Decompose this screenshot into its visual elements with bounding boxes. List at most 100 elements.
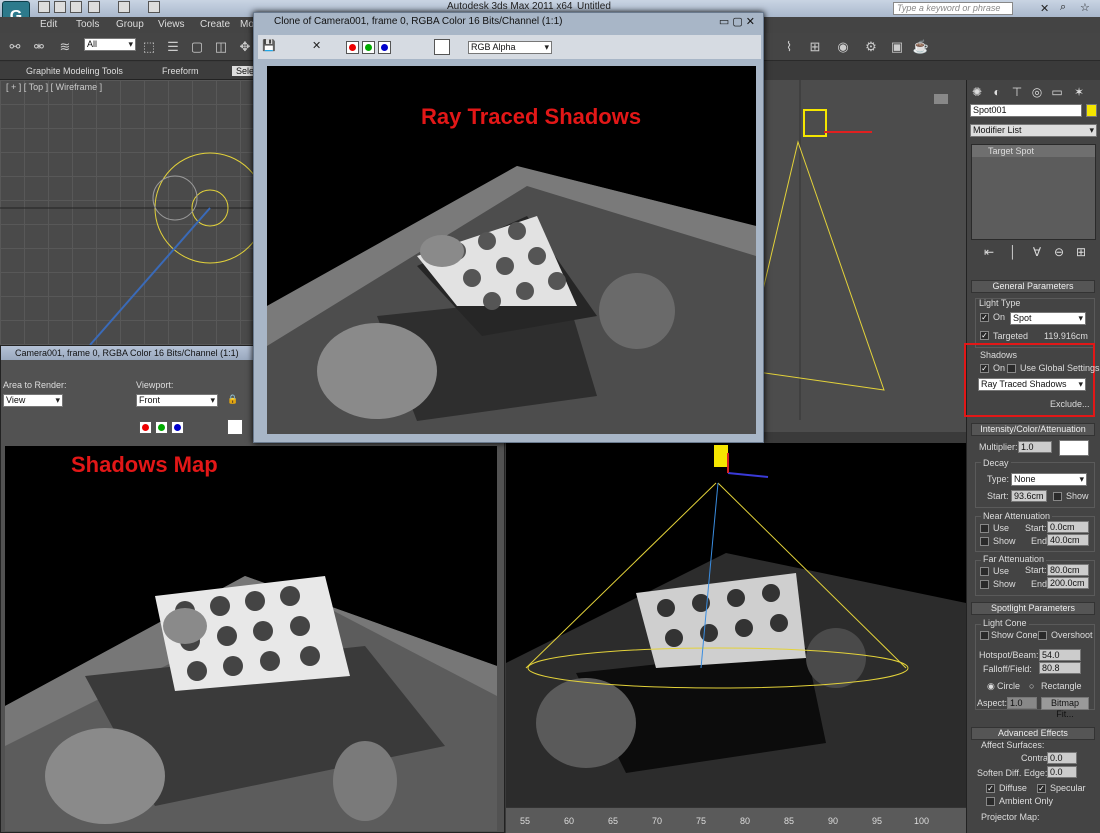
window-buttons[interactable]: ▭ ▢ ✕ [719,13,755,31]
near-end-spinner[interactable]: 40.0cm [1047,534,1089,546]
blue-channel-button[interactable] [171,421,184,434]
render-setup-icon[interactable]: ⚙ [862,38,880,56]
menu-tools[interactable]: Tools [76,19,99,30]
red-channel-button[interactable] [346,41,359,54]
rectangular-selection-icon[interactable]: ▢ [188,38,206,56]
specular-checkbox[interactable]: ✓ [1037,784,1046,793]
pin-stack-icon[interactable]: ⇤ [981,244,997,260]
clear-icon[interactable]: ✕ [312,39,321,52]
select-by-name-icon[interactable]: ☰ [164,38,182,56]
front-viewport[interactable] [764,80,966,432]
show-cone-checkbox[interactable] [980,631,989,640]
select-move-icon[interactable]: ✥ [236,38,254,56]
general-parameters-rollout[interactable]: General Parameters [971,280,1095,293]
selection-filter-dropdown[interactable]: All [84,38,136,51]
window-crossing-icon[interactable]: ◫ [212,38,230,56]
tab-freeform[interactable]: Freeform [162,66,199,76]
soften-spinner[interactable]: 0.0 [1047,766,1077,778]
far-end-spinner[interactable]: 200.0cm [1047,577,1089,589]
green-channel-button[interactable] [362,41,375,54]
menu-views[interactable]: Views [158,19,185,30]
help-icon[interactable]: ⌕ [1060,1,1066,14]
light-type-dropdown[interactable]: Spot [1010,312,1086,325]
configure-sets-icon[interactable]: ⊞ [1073,244,1089,260]
viewport-dropdown[interactable]: Front [136,394,218,407]
use-global-settings-checkbox[interactable] [1007,364,1016,373]
intensity-rollout[interactable]: Intensity/Color/Attenuation [971,423,1095,436]
ambient-only-checkbox[interactable] [986,797,995,806]
diffuse-checkbox[interactable]: ✓ [986,784,995,793]
top-viewport[interactable] [0,80,255,345]
near-show-checkbox[interactable] [980,537,989,546]
remove-modifier-icon[interactable]: ⊖ [1051,244,1067,260]
hotspot-spinner[interactable]: 54.0 [1039,649,1081,661]
blue-channel-button[interactable] [378,41,391,54]
curve-editor-icon[interactable]: ⌇ [780,38,798,56]
area-to-render-dropdown[interactable]: View [3,394,63,407]
create-tab-icon[interactable]: ✺ [969,84,985,100]
save-image-icon[interactable]: 💾 [262,39,276,52]
channel-dropdown[interactable]: RGB Alpha [468,41,552,54]
render-production-icon[interactable]: ☕ [912,38,930,56]
material-editor-icon[interactable]: ◉ [834,38,852,56]
motion-tab-icon[interactable]: ◎ [1029,84,1045,100]
object-name-field[interactable]: Spot001 [970,104,1082,117]
bitmap-fit-button[interactable]: Bitmap Fit... [1041,697,1089,719]
redo-icon[interactable] [118,1,130,13]
aspect-spinner[interactable]: 1.0 [1007,697,1037,709]
near-use-checkbox[interactable] [980,524,989,533]
menu-create[interactable]: Create [200,19,230,30]
far-use-checkbox[interactable] [980,567,989,576]
near-start-spinner[interactable]: 0.0cm [1047,521,1089,533]
project-folder-icon[interactable] [148,1,160,13]
light-color-swatch[interactable] [1059,440,1089,456]
schematic-view-icon[interactable]: ⊞ [806,38,824,56]
green-channel-button[interactable] [155,421,168,434]
link-icon[interactable]: ⚯ [6,38,24,56]
menu-edit[interactable]: Edit [40,19,57,30]
modify-tab-icon[interactable]: ◐ [989,84,1005,100]
red-channel-button[interactable] [139,421,152,434]
overshoot-checkbox[interactable] [1038,631,1047,640]
rectangle-radio[interactable]: ○ [1029,681,1034,691]
lock-icon[interactable]: 🔒 [227,394,238,405]
decay-start-spinner[interactable]: 93.6cm [1011,490,1047,502]
select-object-icon[interactable]: ⬚ [140,38,158,56]
tab-graphite-modeling[interactable]: Graphite Modeling Tools [26,66,123,76]
swatch-button[interactable] [434,39,450,55]
targeted-checkbox[interactable]: ✓ [980,331,989,340]
save-icon[interactable] [70,1,82,13]
unlink-icon[interactable]: ⚮ [30,38,48,56]
hierarchy-tab-icon[interactable]: ⊤ [1009,84,1025,100]
stack-item-target-spot[interactable]: Target Spot [972,145,1095,157]
show-end-result-icon[interactable]: │ [1005,244,1021,260]
new-icon[interactable] [38,1,50,13]
utilities-tab-icon[interactable]: ✶ [1071,84,1087,100]
falloff-spinner[interactable]: 80.8 [1039,662,1081,674]
object-color-swatch[interactable] [1086,104,1097,117]
viewport-label[interactable]: [ + ] [ Top ] [ Wireframe ] [6,82,102,92]
modifier-list-dropdown[interactable]: Modifier List [970,124,1097,137]
search-input[interactable]: Type a keyword or phrase [893,2,1013,15]
display-tab-icon[interactable]: ▭ [1049,84,1065,100]
timeline-ruler[interactable]: 55 60 65 70 75 80 85 90 95 100 [506,807,966,833]
rendered-frame-icon[interactable]: ▣ [888,38,906,56]
circle-radio[interactable]: ◉ [987,681,995,692]
contrast-spinner[interactable]: 0.0 [1047,752,1077,764]
make-unique-icon[interactable]: ∀ [1029,244,1045,260]
shadows-on-checkbox[interactable]: ✓ [980,364,989,373]
open-icon[interactable] [54,1,66,13]
multiplier-spinner[interactable]: 1.0 [1018,441,1052,453]
menu-group[interactable]: Group [116,19,144,30]
advanced-effects-rollout[interactable]: Advanced Effects [971,727,1095,740]
decay-type-dropdown[interactable]: None [1011,473,1087,486]
undo-icon[interactable] [88,1,100,13]
light-on-checkbox[interactable]: ✓ [980,313,989,322]
bind-space-warp-icon[interactable]: ≋ [56,38,74,56]
far-start-spinner[interactable]: 80.0cm [1047,564,1089,576]
far-show-checkbox[interactable] [980,580,989,589]
shadow-type-dropdown[interactable]: Ray Traced Shadows [978,378,1086,391]
close-icon[interactable]: ✕ [1040,2,1049,15]
exclude-button[interactable]: Exclude... [1050,399,1090,409]
star-icon[interactable]: ☆ [1080,1,1090,14]
